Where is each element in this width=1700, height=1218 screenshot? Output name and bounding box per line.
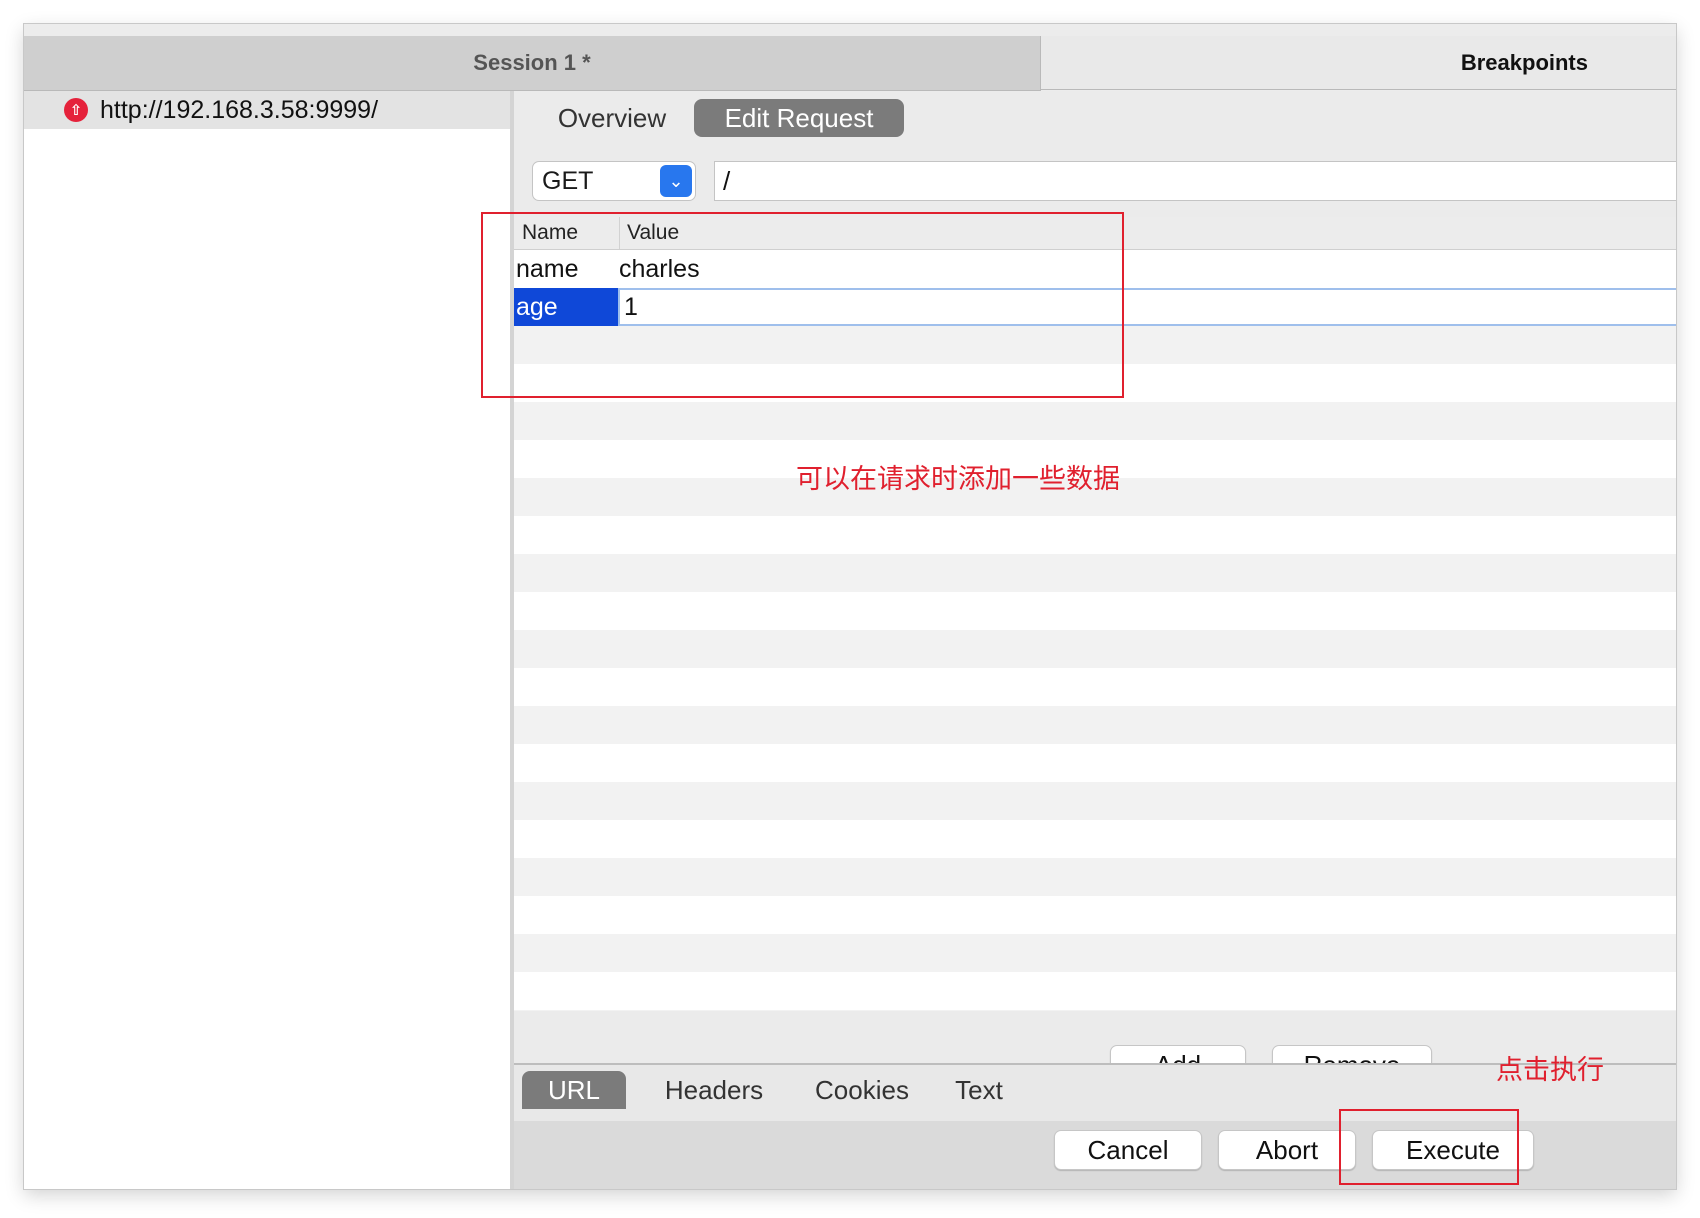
request-list-item[interactable]: ⇧ http://192.168.3.58:9999/ — [24, 91, 510, 129]
annotation-add-data-note: 可以在请求时添加一些数据 — [796, 457, 1120, 496]
tab-headers[interactable]: Headers — [654, 1071, 774, 1109]
empty-row — [514, 858, 1676, 896]
empty-row — [514, 668, 1676, 706]
tab-cookies[interactable]: Cookies — [800, 1071, 924, 1109]
method-select[interactable]: GET ⌄ — [532, 161, 696, 201]
breakpoint-request-icon: ⇧ — [64, 98, 88, 122]
annotation-execute-highlight — [1339, 1109, 1519, 1185]
empty-row — [514, 554, 1676, 592]
empty-row — [514, 516, 1676, 554]
cancel-button[interactable]: Cancel — [1054, 1130, 1202, 1170]
empty-row — [514, 706, 1676, 744]
tab-text[interactable]: Text — [944, 1071, 1014, 1109]
segment-edit-request[interactable]: Edit Request — [694, 99, 904, 137]
path-input[interactable] — [714, 161, 1676, 201]
chevron-down-icon: ⌄ — [660, 165, 692, 197]
request-list-pane: ⇧ http://192.168.3.58:9999/ — [24, 91, 514, 1189]
breakpoint-window: Session 1 * Breakpoints ⇧ http://192.168… — [24, 24, 1676, 1189]
empty-row — [514, 592, 1676, 630]
empty-row — [514, 1010, 1676, 1011]
request-url-label: http://192.168.3.58:9999/ — [100, 96, 378, 125]
empty-row — [514, 896, 1676, 934]
empty-row — [514, 972, 1676, 1010]
tab-url[interactable]: URL — [522, 1071, 626, 1109]
tab-session-label: Session 1 * — [473, 50, 590, 76]
annotation-params-highlight — [481, 212, 1124, 398]
tab-session[interactable]: Session 1 * — [24, 36, 1041, 91]
empty-row — [514, 402, 1676, 440]
empty-row — [514, 782, 1676, 820]
abort-button[interactable]: Abort — [1218, 1130, 1356, 1170]
window-tab-bar: Session 1 * Breakpoints — [24, 24, 1676, 90]
annotation-click-execute-note: 点击执行 — [1496, 1048, 1604, 1087]
empty-row — [514, 630, 1676, 668]
method-value: GET — [542, 167, 660, 196]
empty-row — [514, 744, 1676, 782]
tab-breakpoints[interactable]: Breakpoints — [1041, 36, 1676, 90]
tab-breakpoints-label: Breakpoints — [1461, 50, 1588, 76]
segment-overview[interactable]: Overview — [548, 99, 676, 137]
empty-row — [514, 820, 1676, 858]
empty-row — [514, 934, 1676, 972]
